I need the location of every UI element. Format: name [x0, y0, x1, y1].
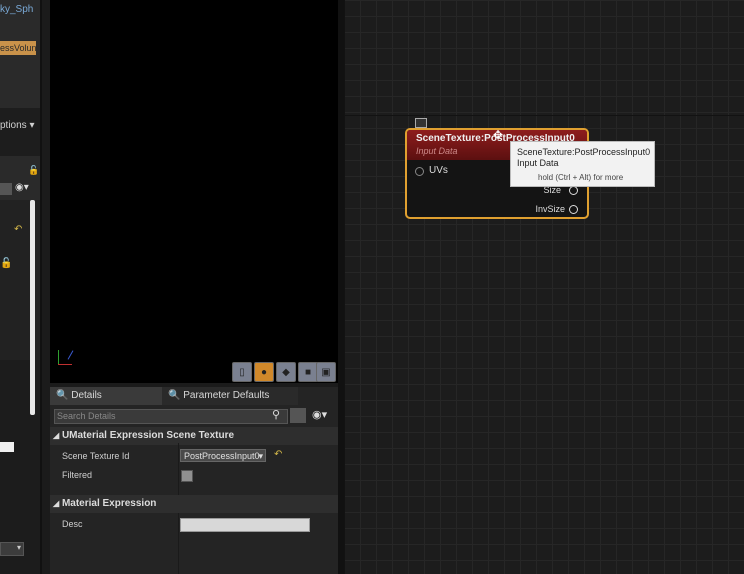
- material-graph-canvas[interactable]: [344, 0, 744, 574]
- tab-details[interactable]: 🔍 Details: [50, 387, 164, 405]
- eye-icon[interactable]: ◉▾: [15, 182, 29, 193]
- parameter-tab-icon: 🔍: [168, 390, 181, 401]
- plane-icon: ◆: [282, 366, 290, 378]
- sphere-preview-button[interactable]: ●: [254, 362, 274, 382]
- axis-z: [67, 350, 74, 360]
- plane-preview-button[interactable]: ◆: [276, 362, 296, 382]
- filtered-label: Filtered: [62, 470, 93, 480]
- search-details-input[interactable]: Search Details: [54, 409, 288, 424]
- axis-y: [58, 350, 59, 364]
- size-output-pin[interactable]: [569, 186, 578, 195]
- details-tab-icon: 🔍: [56, 390, 69, 401]
- cube-preview-button[interactable]: ■: [298, 362, 318, 382]
- grid-major-line: [344, 0, 345, 574]
- scene-texture-id-value: PostProcessInput0: [184, 451, 260, 461]
- options-dropdown[interactable]: ptions ▾: [0, 120, 35, 131]
- lock-icon[interactable]: 🔓: [28, 165, 39, 176]
- left-panel-border: [40, 0, 42, 574]
- chevron-down-icon: ▾: [321, 409, 328, 421]
- chevron-down-icon: ▾: [258, 451, 263, 461]
- node-subtitle: Input Data: [416, 146, 458, 156]
- section-scene-texture[interactable]: ◢ UMaterial Expression Scene Texture: [50, 427, 338, 445]
- scene-texture-id-dropdown[interactable]: PostProcessInput0 ▾: [180, 449, 266, 462]
- grid-major-line: [344, 115, 744, 116]
- cylinder-icon: ▯: [239, 366, 245, 378]
- tooltip-hint: hold (Ctrl + Alt) for more: [538, 173, 624, 182]
- preview-viewport[interactable]: ▯ ● ◆ ■ ▣: [50, 0, 338, 383]
- section-material-expression[interactable]: ◢ Material Expression: [50, 495, 338, 513]
- filtered-checkbox[interactable]: [181, 470, 193, 482]
- options-label: ptions: [0, 120, 27, 131]
- tooltip-subtitle: Input Data: [517, 158, 559, 168]
- actor-chip[interactable]: essVolun: [0, 41, 36, 55]
- view-options-button[interactable]: ◉▾: [312, 408, 327, 421]
- grid-view-icon[interactable]: [0, 183, 12, 195]
- sphere-icon: ●: [260, 366, 268, 378]
- actor-link[interactable]: ky_Sph: [0, 4, 33, 15]
- chevron-down-icon: ▾: [16, 543, 21, 552]
- left-text-field[interactable]: [0, 442, 14, 452]
- tab-parameter-defaults[interactable]: 🔍 Parameter Defaults: [162, 387, 298, 405]
- lock-icon-2[interactable]: 🔓: [0, 258, 12, 269]
- details-panel: 🔍 Details 🔍 Parameter Defaults Search De…: [50, 387, 338, 574]
- search-icon[interactable]: ⚲: [272, 408, 280, 421]
- node-preview-toggle-icon[interactable]: [415, 118, 427, 128]
- uvs-input-pin[interactable]: [415, 167, 424, 176]
- invsize-pin-label: InvSize: [535, 204, 565, 214]
- left-panel: ky_Sph essVolun ptions ▾ 🔓 ◉▾ ↶ 🔓 ▾: [0, 0, 42, 574]
- left-scrollbar[interactable]: [30, 200, 35, 415]
- tab-parameter-defaults-label: Parameter Defaults: [183, 390, 270, 401]
- scene-texture-id-label: Scene Texture Id: [62, 451, 130, 461]
- teapot-icon: ▣: [321, 366, 331, 378]
- section-material-expression-title: Material Expression: [61, 498, 157, 509]
- reset-arrow-icon[interactable]: ↶: [274, 449, 282, 460]
- cube-icon: ■: [304, 366, 312, 378]
- eye-icon: ◉: [312, 409, 322, 421]
- node-tooltip: SceneTexture:PostProcessInput0 Input Dat…: [510, 141, 655, 187]
- tab-details-label: Details: [71, 390, 102, 401]
- collapse-arrow-icon: ◢: [53, 431, 60, 440]
- tooltip-title: SceneTexture:PostProcessInput0: [517, 147, 651, 157]
- desc-label: Desc: [62, 519, 83, 529]
- cylinder-preview-button[interactable]: ▯: [232, 362, 252, 382]
- options-bar: [0, 108, 42, 156]
- reset-arrow-icon[interactable]: ↶: [14, 224, 22, 235]
- mesh-preview-button[interactable]: ▣: [316, 362, 336, 382]
- section-scene-texture-title: UMaterial Expression Scene Texture: [61, 430, 235, 441]
- grid-view-icon[interactable]: [290, 408, 306, 423]
- left-dropdown[interactable]: ▾: [0, 542, 24, 556]
- axis-x: [58, 364, 72, 365]
- desc-input[interactable]: [180, 518, 310, 532]
- uvs-pin-label: UVs: [429, 165, 448, 176]
- collapse-arrow-icon: ◢: [53, 499, 60, 508]
- move-cursor-icon: ✥: [493, 128, 504, 142]
- chevron-down-icon: ▾: [26, 120, 35, 131]
- invsize-output-pin[interactable]: [569, 205, 578, 214]
